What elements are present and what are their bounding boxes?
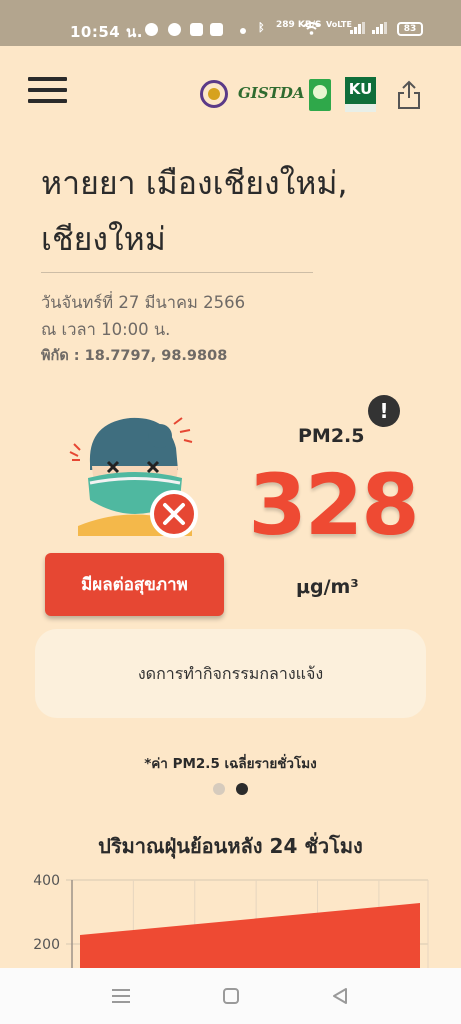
battery-indicator: 83 — [397, 22, 423, 36]
masked-face-illustration-icon — [69, 417, 198, 538]
notification-dot-icon — [240, 28, 246, 34]
pm25-unit: μg/m³ — [296, 576, 359, 598]
recent-apps-icon[interactable] — [112, 988, 130, 1004]
measurement-time: ณ เวลา 10:00 น. — [41, 320, 171, 339]
status-bar: 10:54 น. ᛒ 289 KB/S VoLTE 83 — [0, 0, 461, 46]
coordinates: พิกัด : 18.7797, 98.9808 — [41, 348, 228, 364]
chart-y-tick-label: 200 — [33, 937, 60, 953]
carousel-dot-2[interactable] — [236, 783, 248, 795]
health-advice-text: งดการทำกิจกรรมกลางแจ้ง — [137, 664, 324, 683]
ministry-logo — [200, 80, 228, 108]
status-time: 10:54 น. — [70, 23, 143, 41]
wifi-icon — [303, 22, 320, 35]
gistda-logo: GISTDA — [238, 84, 305, 102]
share-icon[interactable] — [397, 80, 421, 110]
messenger-icon — [168, 23, 181, 36]
volte-label: VoLTE — [326, 20, 352, 29]
carousel-dot-1[interactable] — [213, 783, 225, 795]
pollutant-label: PM2.5 — [298, 425, 365, 447]
pm25-value: 328 — [248, 456, 419, 554]
chart-area-series — [80, 903, 420, 970]
health-advice-card: งดการทำกิจกรรมกลางแจ้ง — [35, 629, 426, 718]
measurement-date: วันจันทร์ที่ 27 มีนาคม 2566 — [41, 293, 246, 312]
signal-icon-2 — [372, 22, 388, 34]
kasetsart-logo: KU — [345, 77, 376, 112]
location-line-1: หายยา เมืองเชียงใหม่, — [41, 164, 348, 202]
divider — [41, 272, 313, 273]
pm25-history-chart: 400 200 — [33, 873, 429, 970]
info-icon[interactable]: ! — [368, 395, 400, 427]
facebook-icon — [145, 23, 158, 36]
app-notification-icon — [190, 23, 203, 36]
hamburger-menu-icon[interactable] — [28, 77, 67, 103]
average-note: *ค่า PM2.5 เฉลี่ยรายชั่วโมง — [144, 756, 317, 772]
carousel-dots — [213, 783, 253, 795]
location-name: หายยา เมืองเชียงใหม่, เชียงใหม่ — [41, 155, 421, 267]
home-icon[interactable] — [223, 988, 239, 1004]
partner-logo — [309, 79, 331, 111]
back-icon[interactable] — [330, 986, 350, 1006]
app-notification-icon-2 — [210, 23, 223, 36]
chart-title: ปริมาณฝุ่นย้อนหลัง 24 ชั่วโมง — [98, 834, 363, 858]
system-navigation-bar — [0, 968, 461, 1024]
bluetooth-icon: ᛒ — [258, 21, 265, 34]
health-effect-button[interactable]: มีผลต่อสุขภาพ — [45, 553, 224, 616]
signal-icon — [350, 22, 366, 34]
chart-y-tick-label: 400 — [33, 873, 60, 889]
location-line-2: เชียงใหม่ — [41, 220, 166, 258]
